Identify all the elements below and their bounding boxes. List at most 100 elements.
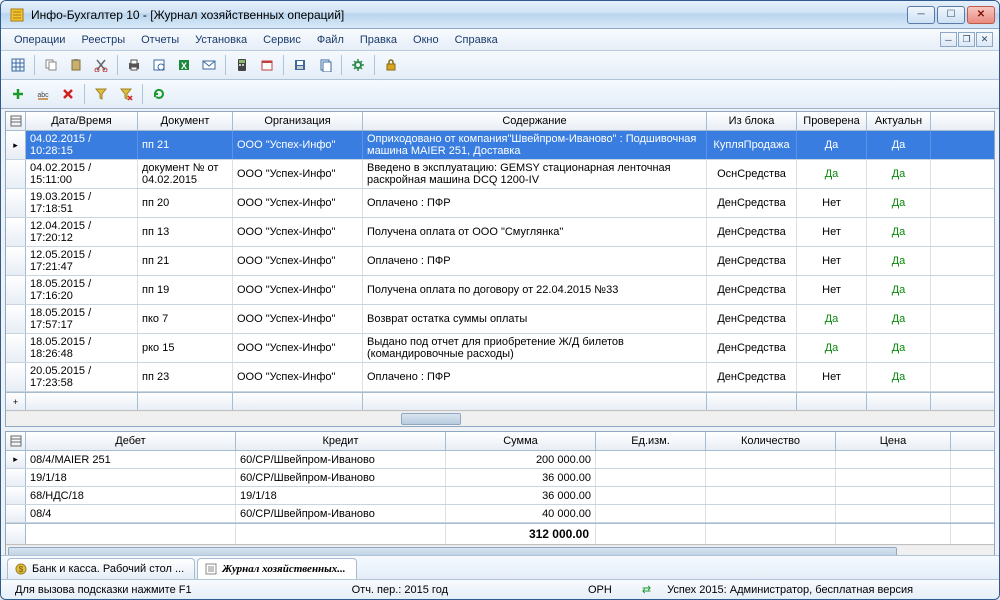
cell-datetime: 04.02.2015 / 15:11:00 xyxy=(26,160,138,188)
table-row[interactable]: ▸08/4/MAIER 25160/СР/Швейпром-Иваново200… xyxy=(6,451,994,469)
cell-debit: 68/НДС/18 xyxy=(26,487,236,504)
col-datetime[interactable]: Дата/Время xyxy=(26,112,138,130)
tool-excel-icon[interactable]: X xyxy=(173,54,195,76)
row-indicator xyxy=(6,247,26,275)
tab-label: Банк и касса. Рабочий стол ... xyxy=(32,563,184,575)
cell-actual: Да xyxy=(867,189,931,217)
col-document[interactable]: Документ xyxy=(138,112,233,130)
tool-preview-icon[interactable] xyxy=(148,54,170,76)
menu-help[interactable]: Справка xyxy=(448,32,505,48)
mdi-restore[interactable]: ❐ xyxy=(958,32,975,47)
tool-print-icon[interactable] xyxy=(123,54,145,76)
tool-gear-icon[interactable] xyxy=(347,54,369,76)
tool-lock-icon[interactable] xyxy=(380,54,402,76)
table-row[interactable]: 19.03.2015 / 17:18:51пп 20ООО "Успех-Инф… xyxy=(6,189,994,218)
cell-block: ДенСредства xyxy=(707,305,797,333)
table-row[interactable]: 12.04.2015 / 17:20:12пп 13ООО "Успех-Инф… xyxy=(6,218,994,247)
col-price[interactable]: Цена xyxy=(836,432,951,450)
col-content[interactable]: Содержание xyxy=(363,112,707,130)
table-row[interactable]: 19/1/1860/СР/Швейпром-Иваново36 000.00 xyxy=(6,469,994,487)
entries-hscroll[interactable] xyxy=(6,544,994,555)
tool-grid-icon[interactable] xyxy=(7,54,29,76)
cell-checked: Да xyxy=(797,160,867,188)
cell-datetime: 18.05.2015 / 17:57:17 xyxy=(26,305,138,333)
entries-grid-body[interactable]: ▸08/4/MAIER 25160/СР/Швейпром-Иваново200… xyxy=(6,451,994,523)
table-row[interactable]: 18.05.2015 / 18:26:48рко 15ООО "Успех-Ин… xyxy=(6,334,994,363)
tool-save-icon[interactable] xyxy=(289,54,311,76)
cell-actual: Да xyxy=(867,247,931,275)
table-row[interactable]: 04.02.2015 / 15:11:00документ № от 04.02… xyxy=(6,160,994,189)
tool-paste-icon[interactable] xyxy=(65,54,87,76)
mdi-minimize[interactable]: ─ xyxy=(940,32,957,47)
menu-file[interactable]: Файл xyxy=(310,32,351,48)
cell-content: Выдано под отчет для приобретение Ж/Д би… xyxy=(363,334,707,362)
menu-window[interactable]: Окно xyxy=(406,32,446,48)
cell-checked: Нет xyxy=(797,189,867,217)
cell-sum: 40 000.00 xyxy=(446,505,596,522)
cell-document: пп 13 xyxy=(138,218,233,246)
col-sum[interactable]: Сумма xyxy=(446,432,596,450)
tool-filter-clear-icon[interactable] xyxy=(115,83,137,105)
grid-corner-icon[interactable] xyxy=(6,112,26,130)
cell-debit: 19/1/18 xyxy=(26,469,236,486)
minimize-button[interactable]: ─ xyxy=(907,6,935,24)
journal-hscroll[interactable] xyxy=(6,410,994,426)
tool-copy-icon[interactable] xyxy=(40,54,62,76)
tool-calc-icon[interactable] xyxy=(231,54,253,76)
cell-content: Получена оплата по договору от 22.04.201… xyxy=(363,276,707,304)
cell-actual: Да xyxy=(867,363,931,391)
menu-registries[interactable]: Реестры xyxy=(74,32,132,48)
tool-delete-icon[interactable] xyxy=(57,83,79,105)
tool-email-icon[interactable] xyxy=(198,54,220,76)
cell-org: ООО "Успех-Инфо" xyxy=(233,363,363,391)
table-row[interactable]: ▸04.02.2015 / 10:28:15пп 21ООО "Успех-Ин… xyxy=(6,131,994,160)
table-row[interactable]: 18.05.2015 / 17:57:17пко 7ООО "Успех-Инф… xyxy=(6,305,994,334)
col-checked[interactable]: Проверена xyxy=(797,112,867,130)
col-debit[interactable]: Дебет xyxy=(26,432,236,450)
col-unit[interactable]: Ед.изм. xyxy=(596,432,706,450)
grid-corner-icon-2[interactable] xyxy=(6,432,26,450)
menu-operations[interactable]: Операции xyxy=(7,32,72,48)
tool-refresh-icon[interactable] xyxy=(148,83,170,105)
table-row[interactable]: 08/460/СР/Швейпром-Иваново40 000.00 xyxy=(6,505,994,523)
grid-insert-row[interactable]: + xyxy=(6,392,994,410)
window-title: Инфо-Бухгалтер 10 - [Журнал хозяйственны… xyxy=(31,8,907,22)
maximize-button[interactable]: ☐ xyxy=(937,6,965,24)
status-mode: ОРН xyxy=(582,584,618,596)
col-credit[interactable]: Кредит xyxy=(236,432,446,450)
col-qty[interactable]: Количество xyxy=(706,432,836,450)
tool-calendar-icon[interactable] xyxy=(256,54,278,76)
journal-grid-body[interactable]: ▸04.02.2015 / 10:28:15пп 21ООО "Успех-Ин… xyxy=(6,131,994,392)
cell-unit xyxy=(596,505,706,522)
col-block[interactable]: Из блока xyxy=(707,112,797,130)
tool-copydoc-icon[interactable] xyxy=(314,54,336,76)
cell-datetime: 04.02.2015 / 10:28:15 xyxy=(26,131,138,159)
tool-cut-icon[interactable] xyxy=(90,54,112,76)
cell-qty xyxy=(706,487,836,504)
table-row[interactable]: 20.05.2015 / 17:23:58пп 23ООО "Успех-Инф… xyxy=(6,363,994,392)
menu-service[interactable]: Сервис xyxy=(256,32,308,48)
menu-setup[interactable]: Установка xyxy=(188,32,254,48)
menu-reports[interactable]: Отчеты xyxy=(134,32,186,48)
table-row[interactable]: 18.05.2015 / 17:16:20пп 19ООО "Успех-Инф… xyxy=(6,276,994,305)
cell-block: ДенСредства xyxy=(707,218,797,246)
tab-journal[interactable]: Журнал хозяйственных... xyxy=(197,558,356,579)
row-indicator xyxy=(6,305,26,333)
cell-org: ООО "Успех-Инфо" xyxy=(233,160,363,188)
cell-document: пп 19 xyxy=(138,276,233,304)
tool-edit-icon[interactable]: abc xyxy=(32,83,54,105)
col-org[interactable]: Организация xyxy=(233,112,363,130)
cell-datetime: 20.05.2015 / 17:23:58 xyxy=(26,363,138,391)
tab-bank-cash[interactable]: $ Банк и касса. Рабочий стол ... xyxy=(7,558,195,579)
menu-edit[interactable]: Правка xyxy=(353,32,404,48)
cell-sum: 36 000.00 xyxy=(446,469,596,486)
cell-actual: Да xyxy=(867,218,931,246)
table-row[interactable]: 68/НДС/1819/1/1836 000.00 xyxy=(6,487,994,505)
close-button[interactable]: ✕ xyxy=(967,6,995,24)
col-actual[interactable]: Актуальн xyxy=(867,112,931,130)
table-row[interactable]: 12.05.2015 / 17:21:47пп 21ООО "Успех-Инф… xyxy=(6,247,994,276)
tool-filter-icon[interactable] xyxy=(90,83,112,105)
tool-add-icon[interactable] xyxy=(7,83,29,105)
cell-unit xyxy=(596,487,706,504)
mdi-close[interactable]: ✕ xyxy=(976,32,993,47)
